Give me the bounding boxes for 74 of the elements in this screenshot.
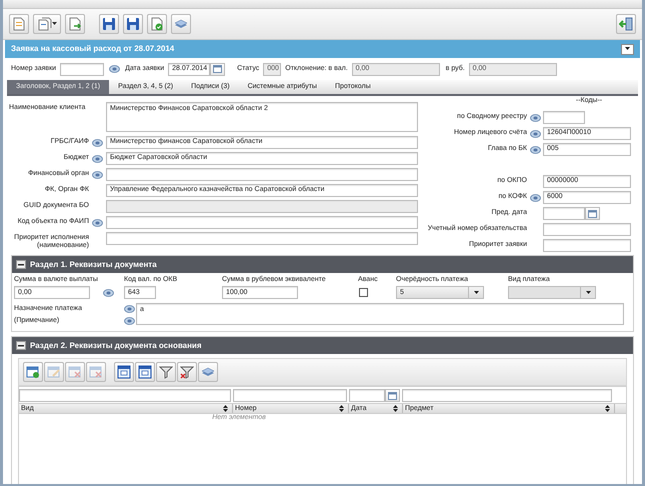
- input-field[interactable]: [60, 62, 104, 76]
- sort-icon: [393, 405, 398, 412]
- minus-icon: [18, 264, 24, 266]
- caret-icon: [586, 290, 590, 295]
- caret-icon: [52, 22, 56, 26]
- toolbar-button[interactable]: [616, 14, 636, 34]
- input-field[interactable]: [106, 232, 418, 245]
- toolbar-button[interactable]: [171, 14, 191, 34]
- minus-icon: [18, 344, 24, 347]
- window-title: Заявка на кассовый расход от 28.07.2014: [11, 44, 174, 54]
- input-field[interactable]: [543, 207, 585, 220]
- input-field[interactable]: [233, 389, 347, 402]
- filter-clear-icon: [180, 365, 194, 380]
- form-edit-icon: [47, 365, 61, 380]
- toolbar-button[interactable]: [9, 14, 29, 34]
- calendar-button[interactable]: [210, 62, 226, 76]
- caret-icon: [474, 290, 478, 295]
- input-field[interactable]: [543, 223, 631, 236]
- sort-icon: [339, 405, 344, 412]
- documents-icon: [38, 17, 52, 31]
- calendar-add-icon: [26, 365, 40, 380]
- input-field[interactable]: [106, 168, 418, 181]
- exit-icon: [619, 17, 633, 31]
- collapse-button[interactable]: [16, 260, 26, 269]
- collapse-button[interactable]: [16, 341, 26, 350]
- toolbar-button[interactable]: [33, 14, 61, 34]
- input-field[interactable]: [349, 389, 385, 402]
- window-icon: [138, 365, 152, 380]
- toolbar-button[interactable]: [198, 362, 218, 382]
- document-icon: [12, 17, 26, 31]
- section-title: Раздел 2. Реквизиты документа основания: [30, 341, 202, 351]
- section-title: Раздел 1. Реквизиты документа: [30, 260, 157, 270]
- form-delete-icon: [89, 365, 103, 380]
- input-field[interactable]: [543, 111, 585, 124]
- toolbar-button[interactable]: [135, 362, 155, 382]
- checkbox[interactable]: [359, 288, 368, 298]
- lookup-button[interactable]: [123, 316, 136, 327]
- toolbar-button[interactable]: [177, 362, 197, 382]
- menu-button[interactable]: [621, 44, 634, 54]
- lookup-button[interactable]: [528, 192, 542, 203]
- lookup-button[interactable]: [91, 169, 104, 180]
- form-delete-icon: [68, 365, 82, 380]
- lookup-button[interactable]: [123, 304, 136, 315]
- filter-icon: [159, 365, 173, 380]
- sort-icon: [605, 405, 610, 412]
- save-icon: [126, 17, 140, 31]
- lookup-button[interactable]: [91, 153, 104, 164]
- toolbar-button[interactable]: [156, 362, 176, 382]
- window-icon: [117, 365, 131, 380]
- calendar-button[interactable]: [585, 207, 600, 220]
- toolbar-button[interactable]: [99, 14, 119, 34]
- sort-icon: [223, 405, 228, 412]
- input-field[interactable]: [106, 216, 418, 229]
- lookup-button[interactable]: [91, 137, 104, 148]
- toolbar-button[interactable]: [114, 362, 134, 382]
- toolbar-button[interactable]: [23, 362, 43, 382]
- lookup-button[interactable]: [102, 287, 115, 298]
- toolbar-button[interactable]: [147, 14, 167, 34]
- document-check-icon: [150, 17, 164, 31]
- input-field[interactable]: [402, 389, 612, 402]
- input-field[interactable]: [543, 239, 631, 252]
- document-arrow-icon: [68, 17, 82, 31]
- lookup-button[interactable]: [528, 128, 542, 139]
- save-icon: [102, 17, 116, 31]
- stack-icon: [174, 17, 188, 31]
- lookup-button[interactable]: [108, 64, 122, 74]
- toolbar-button[interactable]: [123, 14, 143, 34]
- caret-icon: [625, 47, 630, 51]
- lookup-button[interactable]: [528, 112, 542, 123]
- lookup-button[interactable]: [91, 217, 104, 228]
- input-field[interactable]: [19, 389, 231, 402]
- toolbar-button[interactable]: [65, 14, 85, 34]
- lookup-button[interactable]: [528, 144, 542, 155]
- calendar-button[interactable]: [385, 389, 400, 402]
